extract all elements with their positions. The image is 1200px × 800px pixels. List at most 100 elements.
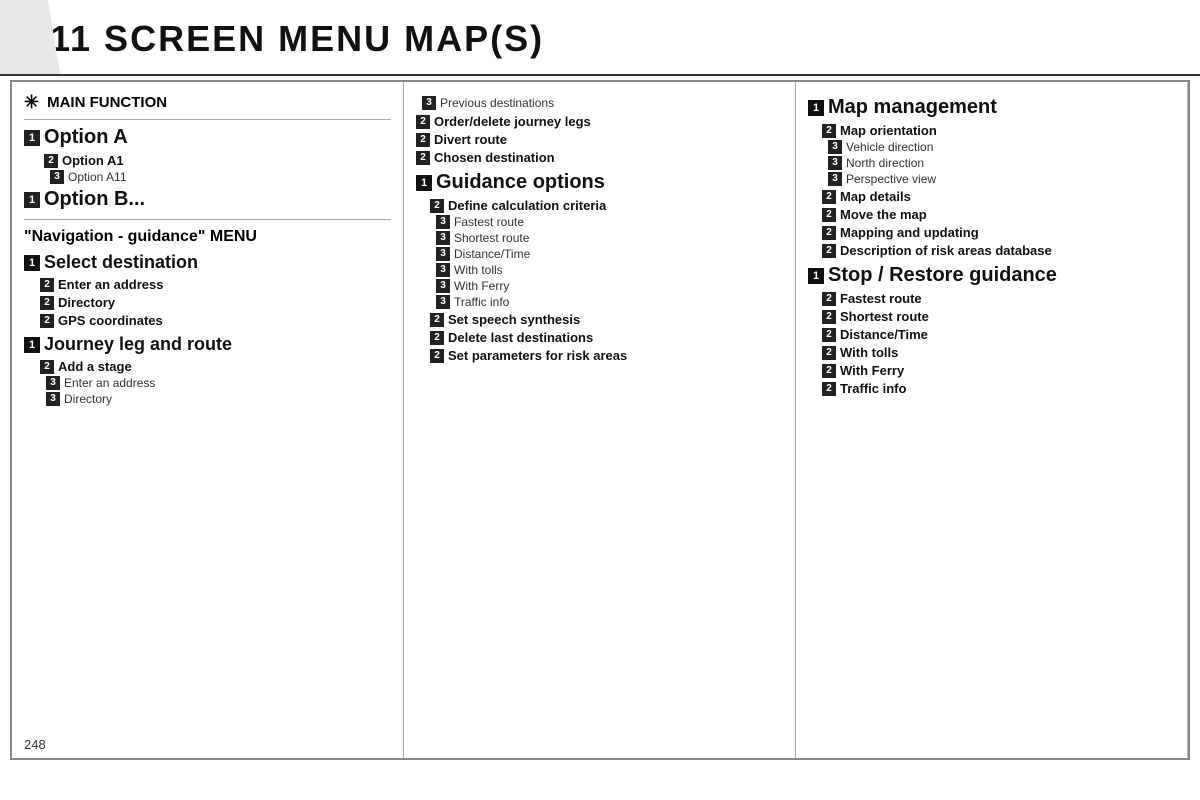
guidance-children: 2 Define calculation criteria 3 Fastest … [416, 198, 783, 363]
option-a1-label: Option A1 [62, 153, 124, 168]
divider-1 [24, 219, 391, 220]
north-dir-label: North direction [846, 156, 924, 170]
option-b-label: Option B... [44, 188, 145, 211]
divert-route-label: Divert route [434, 132, 507, 147]
journey-leg-heading: 1 Journey leg and route [24, 334, 391, 355]
map-mgmt-children: 2 Map orientation 3 Vehicle direction 3 … [808, 123, 1175, 258]
with-ferry-item: 3 With Ferry [430, 279, 783, 293]
sr-shortest-item: 2 Shortest route [822, 309, 1175, 324]
prev-dest-item: 3 Previous destinations [416, 96, 783, 110]
perspective-view-label: Perspective view [846, 172, 936, 186]
option-a-label: Option A [44, 126, 128, 149]
option-b-heading: 1 Option B... [24, 188, 391, 211]
map-management-section: 1 Map management 2 Map orientation 3 Veh… [808, 96, 1175, 258]
map-orient-item: 2 Map orientation [822, 123, 1175, 138]
distance-time-label: Distance/Time [454, 247, 530, 261]
gps-label: GPS coordinates [58, 313, 163, 328]
guidance-options-label: Guidance options [436, 171, 605, 194]
main-function-label: MAIN FUNCTION [47, 94, 167, 111]
define-calc-label: Define calculation criteria [448, 198, 606, 213]
guidance-options-section: 1 Guidance options 2 Define calculation … [416, 171, 783, 363]
option-a-section: 1 Option A 2 Option A1 3 Option A11 [24, 126, 391, 184]
delete-last-dest-label: Delete last destinations [448, 330, 593, 345]
prev-dest-label: Previous destinations [440, 96, 554, 110]
define-calc-item: 2 Define calculation criteria [430, 198, 783, 213]
sr-with-tolls-label: With tolls [840, 345, 898, 360]
sr-with-ferry-item: 2 With Ferry [822, 363, 1175, 378]
enter-address-label: Enter an address [58, 277, 164, 292]
journey-enter-address-label: Enter an address [64, 376, 155, 390]
column-2: 3 Previous destinations 2 Order/delete j… [404, 82, 796, 758]
directory-label: Directory [58, 295, 115, 310]
shortest-route-item: 3 Shortest route [430, 231, 783, 245]
move-map-item: 2 Move the map [822, 207, 1175, 222]
distance-time-item: 3 Distance/Time [430, 247, 783, 261]
col2-top-items: 3 Previous destinations 2 Order/delete j… [416, 96, 783, 165]
order-delete-label: Order/delete journey legs [434, 114, 591, 129]
north-dir-item: 3 North direction [822, 156, 1175, 170]
set-speech-item: 2 Set speech synthesis [430, 312, 783, 327]
perspective-view-item: 3 Perspective view [822, 172, 1175, 186]
fastest-route-item: 3 Fastest route [430, 215, 783, 229]
select-dest-children: 2 Enter an address 2 Directory 2 GPS coo… [24, 277, 391, 328]
stop-restore-children: 2 Fastest route 2 Shortest route 2 Dista… [808, 291, 1175, 396]
order-delete-item: 2 Order/delete journey legs [416, 114, 783, 129]
sr-fastest-item: 2 Fastest route [822, 291, 1175, 306]
column-3: 1 Map management 2 Map orientation 3 Veh… [796, 82, 1188, 758]
traffic-info-item: 3 Traffic info [430, 295, 783, 309]
with-tolls-label: With tolls [454, 263, 503, 277]
option-a11-label: Option A11 [68, 170, 127, 184]
directory-item: 2 Directory [40, 295, 391, 310]
set-params-label: Set parameters for risk areas [448, 348, 627, 363]
journey-leg-label: Journey leg and route [44, 334, 232, 355]
stop-restore-label: Stop / Restore guidance [828, 264, 1057, 287]
option-a11-badge: 3 [50, 170, 64, 184]
with-tolls-item: 3 With tolls [430, 263, 783, 277]
option-a-badge: 1 [24, 130, 40, 146]
column-1: ✳ MAIN FUNCTION 1 Option A 2 Option A1 3… [12, 82, 404, 758]
journey-leg-section: 1 Journey leg and route 2 Add a stage 3 … [24, 334, 391, 406]
divert-route-item: 2 Divert route [416, 132, 783, 147]
page-number: 248 [24, 737, 46, 752]
sr-with-tolls-item: 2 With tolls [822, 345, 1175, 360]
delete-last-dest-item: 2 Delete last destinations [430, 330, 783, 345]
stop-restore-section: 1 Stop / Restore guidance 2 Fastest rout… [808, 264, 1175, 396]
shortest-route-label: Shortest route [454, 231, 529, 245]
vehicle-dir-label: Vehicle direction [846, 140, 933, 154]
chosen-dest-label: Chosen destination [434, 150, 555, 165]
sr-traffic-info-item: 2 Traffic info [822, 381, 1175, 396]
journey-leg-children: 2 Add a stage 3 Enter an address 3 Direc… [24, 359, 391, 406]
with-ferry-label: With Ferry [454, 279, 509, 293]
sr-traffic-info-label: Traffic info [840, 381, 906, 396]
option-b-badge: 1 [24, 192, 40, 208]
stop-restore-heading: 1 Stop / Restore guidance [808, 264, 1175, 287]
main-function-header: ✳ MAIN FUNCTION [24, 92, 391, 120]
journey-directory-label: Directory [64, 392, 112, 406]
select-destination-heading: 1 Select destination [24, 252, 391, 273]
map-mgmt-label: Map management [828, 96, 997, 119]
journey-enter-address-item: 3 Enter an address [40, 376, 391, 390]
sr-shortest-label: Shortest route [840, 309, 929, 324]
traffic-info-label: Traffic info [454, 295, 509, 309]
guidance-options-heading: 1 Guidance options [416, 171, 783, 194]
sr-distance-time-label: Distance/Time [840, 327, 928, 342]
set-params-item: 2 Set parameters for risk areas [430, 348, 783, 363]
vehicle-dir-item: 3 Vehicle direction [822, 140, 1175, 154]
map-details-label: Map details [840, 189, 911, 204]
option-a-children: 2 Option A1 3 Option A11 [24, 153, 391, 184]
move-map-label: Move the map [840, 207, 927, 222]
sr-fastest-label: Fastest route [840, 291, 922, 306]
map-details-item: 2 Map details [822, 189, 1175, 204]
add-stage-label: Add a stage [58, 359, 132, 374]
mapping-updating-label: Mapping and updating [840, 225, 979, 240]
select-destination-section: 1 Select destination 2 Enter an address … [24, 252, 391, 328]
journey-directory-item: 3 Directory [40, 392, 391, 406]
select-dest-label: Select destination [44, 252, 198, 273]
set-speech-label: Set speech synthesis [448, 312, 580, 327]
nav-menu-label: "Navigation - guidance" MENU [24, 228, 391, 246]
gps-item: 2 GPS coordinates [40, 313, 391, 328]
select-dest-badge: 1 [24, 255, 40, 271]
risk-areas-desc-item: 2 Description of risk areas database [822, 243, 1175, 258]
map-mgmt-heading: 1 Map management [808, 96, 1175, 119]
fastest-route-label: Fastest route [454, 215, 524, 229]
